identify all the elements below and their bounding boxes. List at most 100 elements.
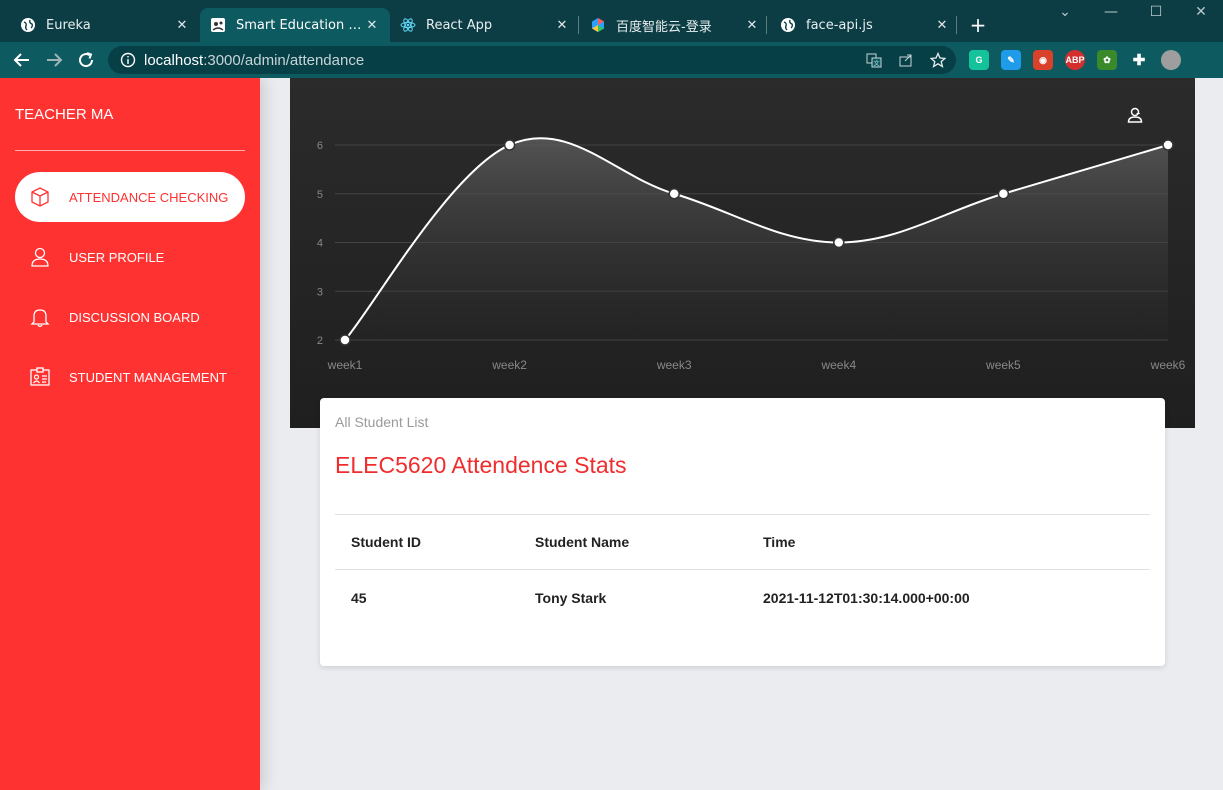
react-icon [400,17,416,33]
sidebar-item-student-management[interactable]: STUDENT MANAGEMENT [15,352,245,402]
table-header-row: Student ID Student Name Time [335,515,1150,570]
red-extension-icon[interactable]: ◉ [1033,50,1053,70]
attendance-chart-panel: 2 3 4 5 6 week1 week2 week3 week4 week5 week6 - [290,78,1195,428]
data-point [833,236,845,249]
tab-close-icon[interactable]: ✕ [934,18,950,33]
share-icon[interactable] [898,52,914,68]
tab-title: React App [426,17,493,33]
info-icon[interactable] [120,52,136,68]
tab-separator [578,16,579,34]
tab-close-icon[interactable]: ✕ [364,18,380,33]
data-point [668,188,680,200]
id-card-icon [29,366,51,388]
profile-avatar[interactable] [1161,50,1181,70]
user-menu[interactable]: - [1126,106,1143,123]
arrow-right-icon [47,53,63,67]
y-tick-label: 2 [317,335,323,347]
data-point [1162,139,1174,151]
forward-button[interactable] [42,48,66,72]
student-list-card: All Student List ELEC5620 Attendence Sta… [320,398,1165,666]
x-tick-label: week6 [1150,358,1186,372]
app-icon [210,17,226,33]
user-icon [1127,107,1143,123]
url-host: localhost [144,51,204,69]
tab-close-icon[interactable]: ✕ [174,18,190,33]
url-path: :3000/admin/attendance [203,51,365,69]
browser-tab[interactable]: 百度智能云-登录 ✕ [580,8,770,42]
maximize-button[interactable]: ☐ [1141,4,1171,20]
data-point [997,188,1010,200]
data-point [503,139,516,151]
reload-icon [79,52,94,68]
browser-tab-active[interactable]: Smart Education System ✕ [200,8,390,42]
table-row[interactable]: 45 Tony Stark 2021-11-12T01:30:14.000+00… [335,570,1150,625]
tab-separator [956,16,957,34]
sidebar-item-label: ATTENDANCE CHECKING [69,189,229,205]
sidebar-item-attendance-checking[interactable]: ATTENDANCE CHECKING [15,172,245,222]
sidebar: TEACHER MA ATTENDANCE CHECKING USER PROF… [0,78,260,790]
new-tab-button[interactable]: + [967,13,989,37]
sidebar-item-discussion-board[interactable]: DISCUSSION BOARD [15,292,245,342]
cell-time: 2021-11-12T01:30:14.000+00:00 [763,589,970,606]
user-icon [29,246,51,268]
tab-separator [766,16,767,34]
y-tick-label: 6 [317,140,323,152]
url-text: localhost:3000/admin/attendance [144,52,364,69]
leaf-extension-icon[interactable]: ✿ [1097,50,1117,70]
browser-tab[interactable]: React App ✕ [390,8,580,42]
y-tick-label: 5 [317,189,323,201]
tab-search-icon[interactable]: ⌄ [1050,4,1080,20]
address-bar[interactable]: localhost:3000/admin/attendance 文 [108,46,956,74]
x-tick-label: week5 [985,358,1021,372]
svg-text:文: 文 [873,60,879,68]
attendance-line-chart: 2 3 4 5 6 week1 week2 week3 week4 week5 week6 [317,137,1186,372]
sidebar-item-label: STUDENT MANAGEMENT [69,369,227,385]
x-tick-label: week2 [491,358,527,372]
star-icon[interactable] [930,52,946,68]
sidebar-divider [15,150,245,151]
globe-icon [780,17,796,33]
x-tick-label: week4 [820,358,856,372]
grammarly-icon[interactable]: G [969,50,989,70]
adblock-icon[interactable]: ABP [1065,50,1085,70]
card-subtitle: All Student List [335,414,429,430]
y-tick-label: 3 [317,286,323,298]
browser-tab[interactable]: face-api.js ✕ [770,8,960,42]
browser-tab[interactable]: Eureka ✕ [10,8,200,42]
arrow-left-icon [13,53,29,67]
pen-extension-icon[interactable]: ✎ [1001,50,1021,70]
sidebar-brand: TEACHER MA [15,106,114,123]
baidu-cloud-icon [590,17,606,33]
globe-icon [20,17,36,33]
column-header-student-id: Student ID [351,534,421,550]
sidebar-item-label: DISCUSSION BOARD [69,309,200,325]
tab-title: 百度智能云-登录 [616,19,712,35]
x-tick-label: week1 [327,358,363,372]
browser-toolbar: localhost:3000/admin/attendance 文 G ✎ ◉ … [0,42,1223,78]
cell-student-id: 45 [351,589,367,606]
cell-student-name: Tony Stark [535,589,607,606]
tab-title: Eureka [46,17,91,33]
minimize-button[interactable]: — [1096,4,1126,20]
reload-button[interactable] [74,48,98,72]
bell-icon [29,306,51,328]
tab-close-icon[interactable]: ✕ [554,18,570,33]
app-page: TEACHER MA ATTENDANCE CHECKING USER PROF… [0,78,1223,790]
attendance-table: Student ID Student Name Time 45 Tony Sta… [335,514,1150,625]
back-button[interactable] [10,48,34,72]
card-title: ELEC5620 Attendence Stats [335,452,627,478]
close-window-button[interactable]: ✕ [1186,4,1216,20]
puzzle-icon[interactable]: ✚ [1129,50,1149,70]
data-point [339,334,351,346]
column-header-student-name: Student Name [535,534,630,550]
sidebar-item-label: USER PROFILE [69,249,165,265]
box-icon [29,186,51,208]
y-tick-label: 4 [317,238,323,250]
sidebar-item-user-profile[interactable]: USER PROFILE [15,232,245,282]
tab-close-icon[interactable]: ✕ [744,18,760,33]
series-area [345,138,1168,340]
column-header-time: Time [763,534,796,550]
tab-title: Smart Education System [236,17,364,33]
translate-icon[interactable]: 文 [866,52,882,68]
browser-tab-strip: Eureka ✕ Smart Education System ✕ React … [0,0,1223,42]
